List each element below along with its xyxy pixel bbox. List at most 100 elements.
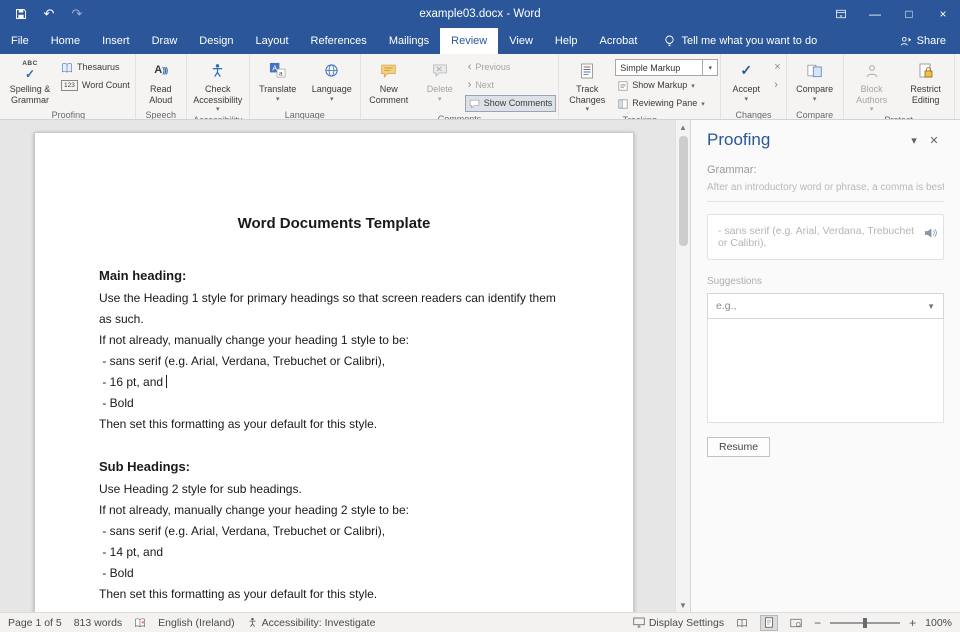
previous-comment-label: Previous	[475, 62, 510, 73]
zoom-level[interactable]: 100%	[925, 617, 952, 629]
document-line[interactable]: - sans serif (e.g. Arial, Verdana, Trebu…	[99, 521, 569, 542]
read-sentence-speaker-icon[interactable]	[924, 227, 937, 239]
document-line[interactable]: If not already, manually change your hea…	[99, 330, 569, 351]
grammar-sentence-card[interactable]: - sans serif (e.g. Arial, Verdana, Trebu…	[707, 214, 944, 260]
word-count-indicator[interactable]: 813 words	[74, 617, 122, 629]
document-line[interactable]: Use the Heading 1 style for primary head…	[99, 288, 569, 330]
ribbon-tab[interactable]: Help	[544, 28, 589, 54]
zoom-slider[interactable]	[830, 622, 900, 624]
previous-comment-button[interactable]: ‹ Previous	[465, 59, 557, 76]
window-title: example03.docx - Word	[0, 8, 960, 20]
block-authors-button[interactable]: Block Authors ▾	[846, 56, 898, 113]
ribbon-tab[interactable]: View	[498, 28, 544, 54]
tabrow-spacer	[817, 28, 899, 54]
maximize-button[interactable]: □	[892, 0, 926, 28]
reviewing-pane-button[interactable]: Reviewing Pane ▾	[615, 95, 718, 112]
share-button[interactable]: Share	[900, 28, 960, 54]
zoom-slider-thumb[interactable]	[863, 618, 867, 628]
display-settings-label: Display Settings	[649, 617, 724, 629]
undo-icon[interactable]: ↶	[36, 0, 62, 28]
minimize-button[interactable]: —	[858, 0, 892, 28]
reviewing-pane-icon	[618, 99, 628, 109]
pane-options-icon[interactable]: ▾	[904, 134, 924, 147]
ribbon-tab[interactable]: Review	[440, 28, 498, 54]
show-comments-button[interactable]: Show Comments	[465, 95, 557, 112]
suggestions-label: Suggestions	[707, 276, 944, 287]
next-comment-button[interactable]: › Next	[465, 77, 557, 94]
document-line[interactable]: Sub Headings:	[99, 459, 569, 474]
document-line[interactable]: Main heading:	[99, 268, 569, 283]
display-settings-button[interactable]: Display Settings	[633, 617, 724, 629]
track-changes-button[interactable]: Track Changes ▾	[561, 56, 613, 113]
statusbar-right: Display Settings − + 100%	[633, 615, 952, 631]
ribbon-tab[interactable]: Layout	[245, 28, 300, 54]
ribbon-tab[interactable]: Draw	[141, 28, 189, 54]
language-button[interactable]: Language ▾	[306, 56, 358, 108]
lightbulb-icon	[664, 35, 675, 48]
scroll-down-icon[interactable]: ▼	[679, 598, 687, 612]
ribbon-tab[interactable]: Design	[188, 28, 244, 54]
web-layout-button[interactable]	[787, 615, 805, 631]
display-settings-icon	[633, 617, 645, 628]
scrollbar-thumb[interactable]	[679, 136, 688, 246]
document-line[interactable]: Word Documents Template	[99, 215, 569, 232]
redo-icon[interactable]: ↷	[64, 0, 90, 28]
suggestion-dropdown[interactable]: e.g., ▼	[707, 293, 944, 319]
ribbon-tab[interactable]: Mailings	[378, 28, 440, 54]
show-markup-icon	[618, 81, 628, 91]
check-accessibility-button[interactable]: Check Accessibility ▾	[189, 56, 247, 113]
markup-dropdown-icon[interactable]: ▾	[703, 59, 718, 76]
save-icon[interactable]	[8, 0, 34, 28]
ribbon-tab[interactable]: File	[0, 28, 40, 54]
document-line[interactable]: If not already, manually change your hea…	[99, 500, 569, 521]
document-line[interactable]: Then set this formatting as your default…	[99, 584, 569, 605]
read-mode-button[interactable]	[733, 615, 751, 631]
print-layout-button[interactable]	[760, 615, 778, 631]
document-line[interactable]: - sans serif (e.g. Arial, Verdana, Trebu…	[99, 351, 569, 372]
translate-button[interactable]: Aa Translate ▾	[252, 56, 304, 108]
spelling-grammar-button[interactable]: ABC✓ Spelling & Grammar	[4, 56, 56, 108]
page-indicator[interactable]: Page 1 of 5	[8, 617, 62, 629]
document-line[interactable]: - 16 pt, and	[99, 372, 569, 393]
accessibility-status-button[interactable]: Accessibility: Investigate	[247, 617, 376, 629]
zoom-in-button[interactable]: +	[909, 616, 916, 630]
document-line[interactable]: - 14 pt, and	[99, 542, 569, 563]
reject-button[interactable]: ×	[771, 59, 783, 76]
scroll-up-icon[interactable]: ▲	[679, 120, 687, 134]
proofing-status-button[interactable]	[134, 617, 146, 628]
delete-comment-button[interactable]: Delete ▾	[417, 56, 463, 108]
thesaurus-button[interactable]: Thesaurus	[58, 59, 133, 76]
ribbon-tab[interactable]: Insert	[91, 28, 141, 54]
restrict-editing-button[interactable]: Restrict Editing	[900, 56, 952, 108]
markup-value[interactable]: Simple Markup	[615, 59, 703, 76]
delete-dropdown-icon: ▾	[438, 96, 442, 103]
language-indicator[interactable]: English (Ireland)	[158, 617, 234, 629]
pane-close-icon[interactable]: ✕	[924, 134, 944, 147]
ribbon-display-options-icon[interactable]	[824, 0, 858, 28]
close-button[interactable]: ×	[926, 0, 960, 28]
tell-me-box[interactable]: Tell me what you want to do	[664, 28, 817, 54]
markup-combobox[interactable]: Simple Markup ▾	[615, 59, 718, 76]
accept-button[interactable]: ✓ Accept ▾	[723, 56, 769, 108]
ribbon-tab[interactable]: Home	[40, 28, 91, 54]
resume-button[interactable]: Resume	[707, 437, 770, 457]
compare-icon	[807, 59, 823, 82]
document-line[interactable]: - Bold	[99, 393, 569, 414]
group-label-tracking: Tracking	[561, 113, 718, 120]
new-comment-button[interactable]: New Comment	[363, 56, 415, 108]
document-line[interactable]: - Bold	[99, 563, 569, 584]
show-markup-button[interactable]: Show Markup ▾	[615, 77, 718, 94]
word-count-button[interactable]: 123 Word Count	[58, 77, 133, 94]
compare-button[interactable]: Compare ▾	[789, 56, 841, 108]
ribbon-group-ink: Hide Ink ▾ Ink	[955, 54, 960, 119]
document-line[interactable]: Then set this formatting as your default…	[99, 414, 569, 435]
document-page[interactable]: Word Documents Template Main heading: Us…	[34, 132, 634, 612]
ribbon-tab[interactable]: References	[300, 28, 378, 54]
document-line[interactable]: Use Heading 2 style for sub headings.	[99, 479, 569, 500]
titlebar: ↶ ↷ example03.docx - Word — □ ×	[0, 0, 960, 28]
vertical-scrollbar[interactable]: ▲ ▼	[675, 120, 690, 612]
next-change-button[interactable]: ›	[771, 77, 783, 94]
ribbon-tab[interactable]: Acrobat	[589, 28, 649, 54]
zoom-out-button[interactable]: −	[814, 616, 821, 630]
read-aloud-button[interactable]: A))) Read Aloud	[138, 56, 184, 108]
